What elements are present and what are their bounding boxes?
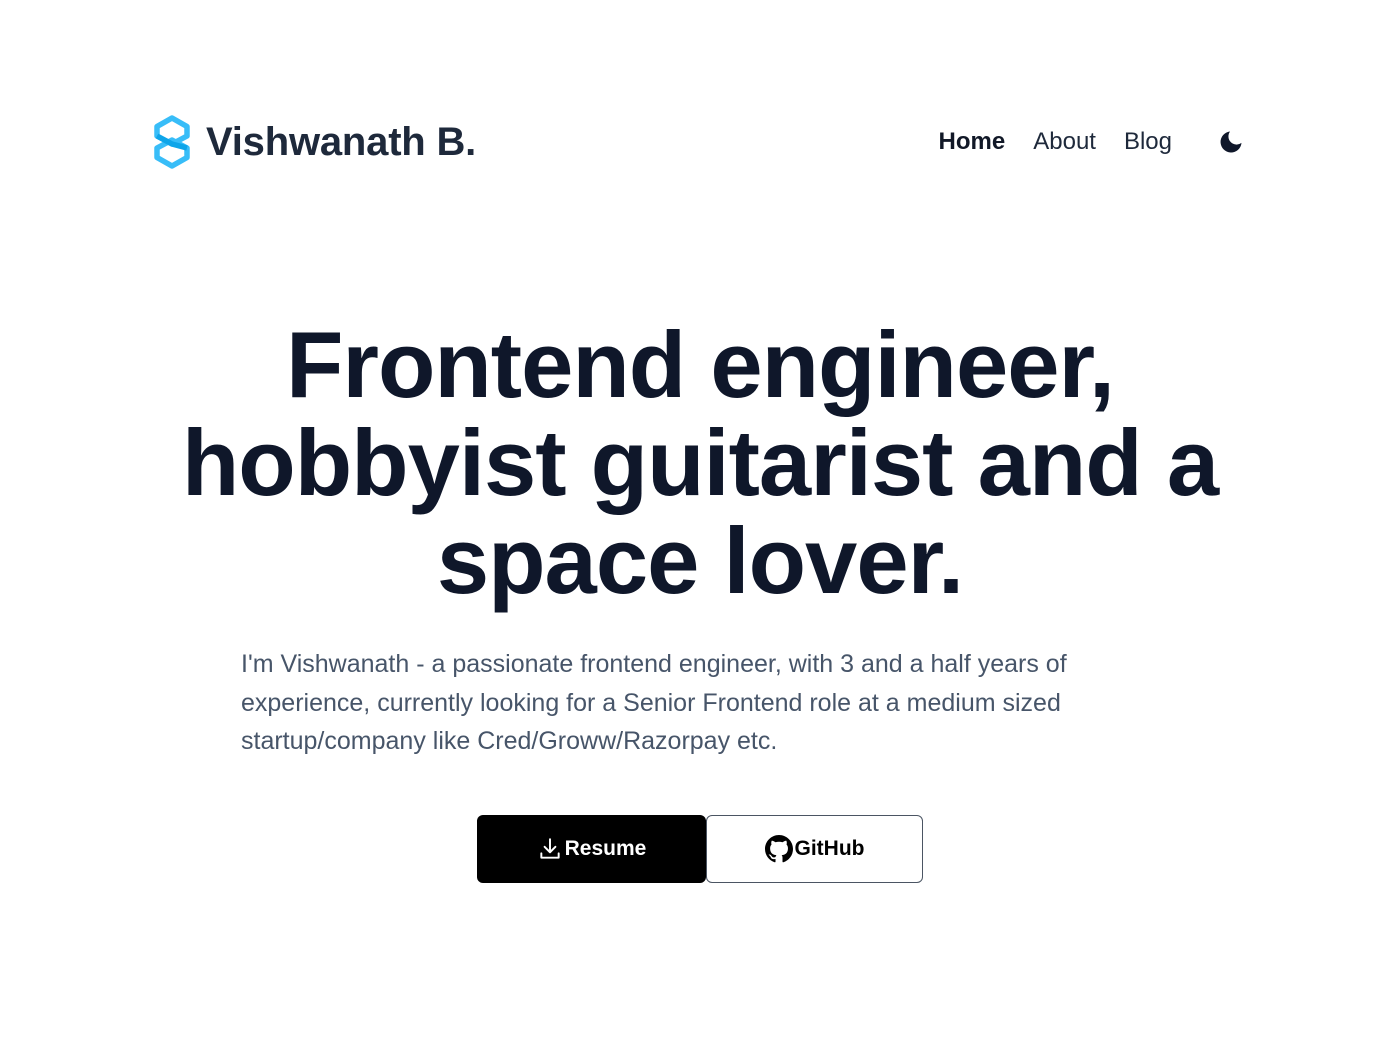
hero-title-line-1: Frontend engineer, — [285, 312, 1115, 417]
github-button-label: GitHub — [794, 837, 865, 860]
hero-title: Frontend engineer, hobbyist guitarist an… — [140, 316, 1260, 610]
hexagon-s-logo-icon — [154, 115, 190, 169]
moon-icon — [1220, 131, 1242, 153]
brand-link[interactable]: Vishwanath B. — [152, 115, 476, 169]
main-nav: Home About Blog — [939, 125, 1248, 159]
hero-actions: Resume GitHub — [477, 815, 923, 883]
download-icon — [539, 838, 560, 859]
brand-name: Vishwanath B. — [206, 120, 477, 164]
resume-button[interactable]: Resume — [477, 815, 706, 883]
site-header: Vishwanath B. Home About Blog — [152, 112, 1248, 172]
hero-title-line-2: hobbyist guitarist and a — [181, 410, 1219, 515]
nav-link-about[interactable]: About — [1033, 130, 1096, 154]
nav-link-home[interactable]: Home — [939, 130, 1006, 154]
nav-link-blog[interactable]: Blog — [1124, 130, 1172, 154]
github-button[interactable]: GitHub — [706, 815, 923, 883]
hero-description: I'm Vishwanath - a passionate frontend e… — [241, 650, 1067, 755]
github-icon — [764, 835, 793, 863]
page: Vishwanath B. Home About Blog Frontend e… — [0, 0, 1400, 1050]
hero-title-line-3: space lover. — [436, 508, 964, 613]
theme-toggle-button[interactable] — [1214, 125, 1248, 159]
resume-button-label: Resume — [564, 837, 647, 860]
